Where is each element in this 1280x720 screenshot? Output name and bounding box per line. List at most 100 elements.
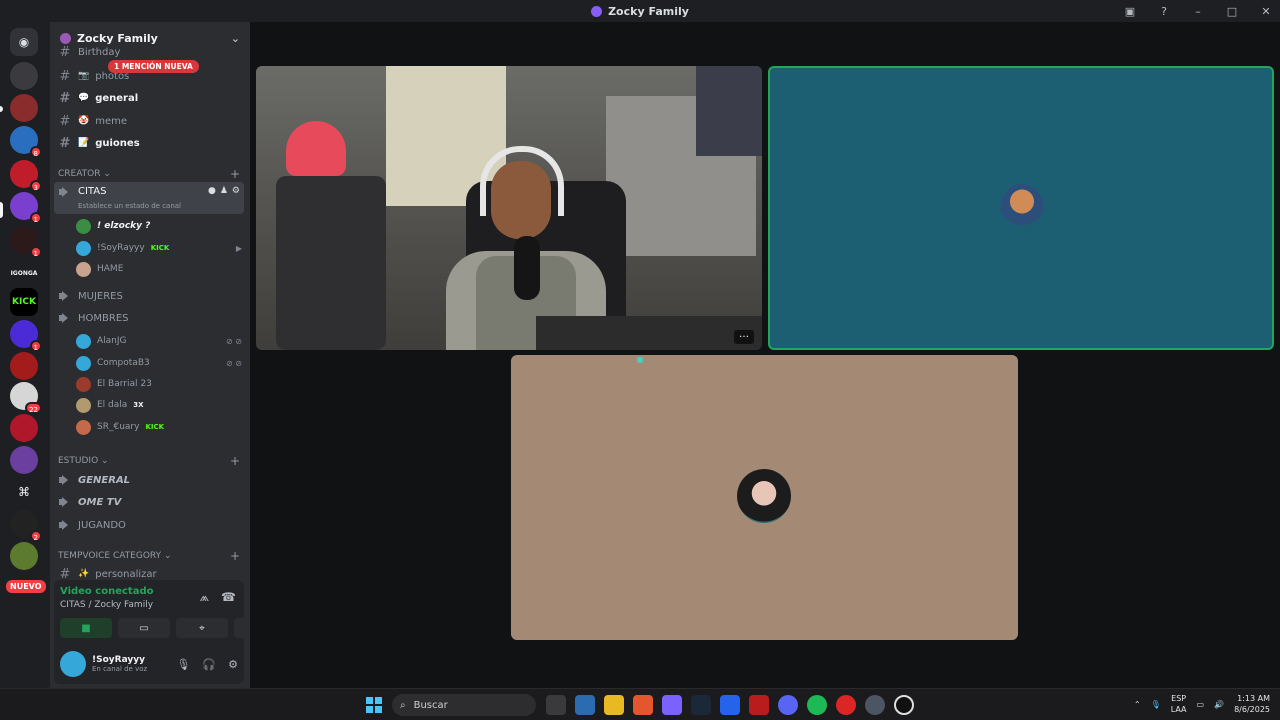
noise-suppression-icon[interactable]: ⩕ [200, 590, 209, 605]
time: 1:13 AM [1237, 694, 1270, 703]
speaker-icon [58, 186, 72, 198]
server-icon[interactable]: IGONGA [10, 260, 38, 288]
app-icon[interactable] [836, 695, 856, 715]
channel-status[interactable]: Establece un estado de canal [78, 202, 181, 210]
kick-server-icon[interactable]: KICK [10, 288, 38, 316]
maximize-button[interactable]: □ [1224, 5, 1240, 18]
disconnect-icon[interactable]: ☎ [221, 590, 236, 605]
voice-user[interactable]: El Barrial 23 [76, 374, 242, 394]
add-channel-icon[interactable]: + [230, 549, 240, 563]
help-icon[interactable]: ? [1156, 5, 1172, 18]
voice-channel-mujeres[interactable]: MUJERES [58, 286, 242, 306]
server-icon[interactable] [10, 414, 38, 442]
voice-user[interactable]: !SoyRayyy KICK ▶ [76, 238, 242, 258]
channel-general[interactable]: # 💬 general [58, 88, 242, 108]
user-panel[interactable]: !SoyRayyy En canal de voz 🎙 🎧 ⚙ [60, 650, 238, 678]
new-badge[interactable]: NUEVO [6, 580, 46, 593]
server-icon[interactable] [10, 542, 38, 570]
app-icon[interactable] [894, 695, 914, 715]
headphones-icon[interactable]: 🎧 [202, 658, 216, 671]
mention-badge: 22 [25, 402, 42, 414]
desk [536, 316, 762, 350]
app-icon[interactable] [720, 695, 740, 715]
discord-icon[interactable] [778, 695, 798, 715]
server-icon[interactable]: 1 [10, 226, 42, 258]
participant-tile[interactable] [511, 355, 1018, 640]
voice-channel-ometv[interactable]: OME TV [58, 492, 242, 512]
copilot-icon[interactable] [662, 695, 682, 715]
minimize-button[interactable]: – [1190, 5, 1206, 18]
screen-share-button[interactable]: ▭ [118, 618, 170, 638]
chat-icon[interactable]: ● [208, 186, 216, 196]
hash-icon: # [59, 135, 71, 151]
mention-badge: 3 [29, 180, 42, 192]
lang-line: LAA [1170, 705, 1187, 714]
server-icon[interactable] [10, 94, 38, 122]
settings-icon[interactable]: ⚙ [228, 658, 238, 671]
avatar[interactable] [60, 651, 86, 677]
clock[interactable]: 1:13 AM 8/6/2025 [1234, 693, 1270, 715]
taskbar-apps [546, 695, 914, 715]
voice-user[interactable]: ! elzocky ? [76, 216, 242, 236]
microphone-icon[interactable]: 🎙 [176, 658, 190, 671]
discord-home-icon[interactable]: ◉ [10, 28, 38, 56]
category-tempvoice[interactable]: TEMPVOICE CATEGORY ⌄ + [58, 549, 240, 563]
spotify-icon[interactable] [807, 695, 827, 715]
category-estudio[interactable]: ESTUDIO ⌄ + [58, 454, 240, 468]
language-indicator[interactable]: ESP LAA [1171, 693, 1187, 715]
add-member-icon[interactable]: ♟ [220, 186, 228, 196]
voice-channel-hombres[interactable]: HOMBRES [58, 308, 242, 328]
server-icon[interactable]: 1 [10, 192, 42, 224]
server-icon[interactable]: 1 [10, 320, 42, 352]
voice-user[interactable]: CompotaB3 ⊘ ⊘ [76, 353, 242, 373]
voice-user[interactable]: El dala 3X [76, 395, 242, 415]
server-icon[interactable]: 3 [10, 160, 42, 192]
camera-button[interactable]: ■ [60, 618, 112, 638]
server-icon[interactable]: ⌘ [10, 478, 38, 506]
avatar [76, 261, 91, 277]
server-icon[interactable] [10, 62, 38, 90]
windows-start-icon[interactable] [366, 697, 382, 713]
network-icon[interactable]: ▭ [1197, 700, 1205, 709]
server-icon[interactable]: 8 [10, 126, 42, 158]
voice-channel-citas[interactable]: CITAS Establece un estado de canal ● ♟ ⚙ [54, 182, 244, 214]
webcam-tile[interactable]: … [256, 66, 762, 350]
server-icon[interactable] [10, 352, 38, 380]
participant-tile-speaking[interactable] [768, 66, 1274, 350]
app-icon[interactable] [749, 695, 769, 715]
file-explorer-icon[interactable] [604, 695, 624, 715]
connection-location[interactable]: CITAS / Zocky Family [60, 600, 153, 610]
voice-channel-general[interactable]: GENERAL [58, 470, 242, 490]
category-creator[interactable]: CREATOR ⌄ + [58, 167, 240, 181]
volume-icon[interactable]: 🔊 [1214, 700, 1224, 709]
screen-share-icon[interactable]: ▣ [1122, 5, 1138, 18]
server-icon[interactable] [10, 446, 38, 474]
voice-user[interactable]: SR_€uary KICK [76, 417, 242, 437]
settings-icon[interactable]: ⚙ [232, 186, 240, 196]
chevron-up-icon[interactable]: ⌃ [1134, 700, 1141, 709]
channel-meme[interactable]: # 🤡 meme [58, 111, 242, 131]
close-button[interactable]: ✕ [1258, 5, 1274, 18]
activity-button[interactable]: ⌖ [176, 618, 228, 638]
brave-icon[interactable] [633, 695, 653, 715]
more-options-button[interactable]: … [734, 330, 754, 344]
voice-channel-jugando[interactable]: JUGANDO [58, 515, 242, 535]
server-icon[interactable]: 2 [10, 510, 42, 542]
category-label: TEMPVOICE CATEGORY [58, 551, 162, 561]
new-mention-banner[interactable]: 1 MENCIÓN NUEVA [108, 60, 199, 73]
microphone-icon[interactable]: 🎙 [1151, 700, 1161, 709]
app-icon[interactable] [865, 695, 885, 715]
connection-status[interactable]: Video conectado [60, 586, 153, 597]
voice-user[interactable]: AlanJG ⊘ ⊘ [76, 331, 242, 351]
channel-birthday[interactable]: # Birthday [58, 46, 242, 58]
task-view-icon[interactable] [546, 695, 566, 715]
add-channel-icon[interactable]: + [230, 454, 240, 468]
channel-guiones[interactable]: # 📝 guiones [58, 133, 242, 153]
taskbar-search[interactable]: ⌕ Buscar [392, 694, 536, 716]
voice-user[interactable]: HAME [76, 259, 242, 279]
store-icon[interactable] [575, 695, 595, 715]
channel-emoji: 🤡 [78, 116, 90, 126]
steam-icon[interactable] [691, 695, 711, 715]
server-icon[interactable]: 22 [10, 382, 42, 414]
add-channel-icon[interactable]: + [230, 167, 240, 181]
